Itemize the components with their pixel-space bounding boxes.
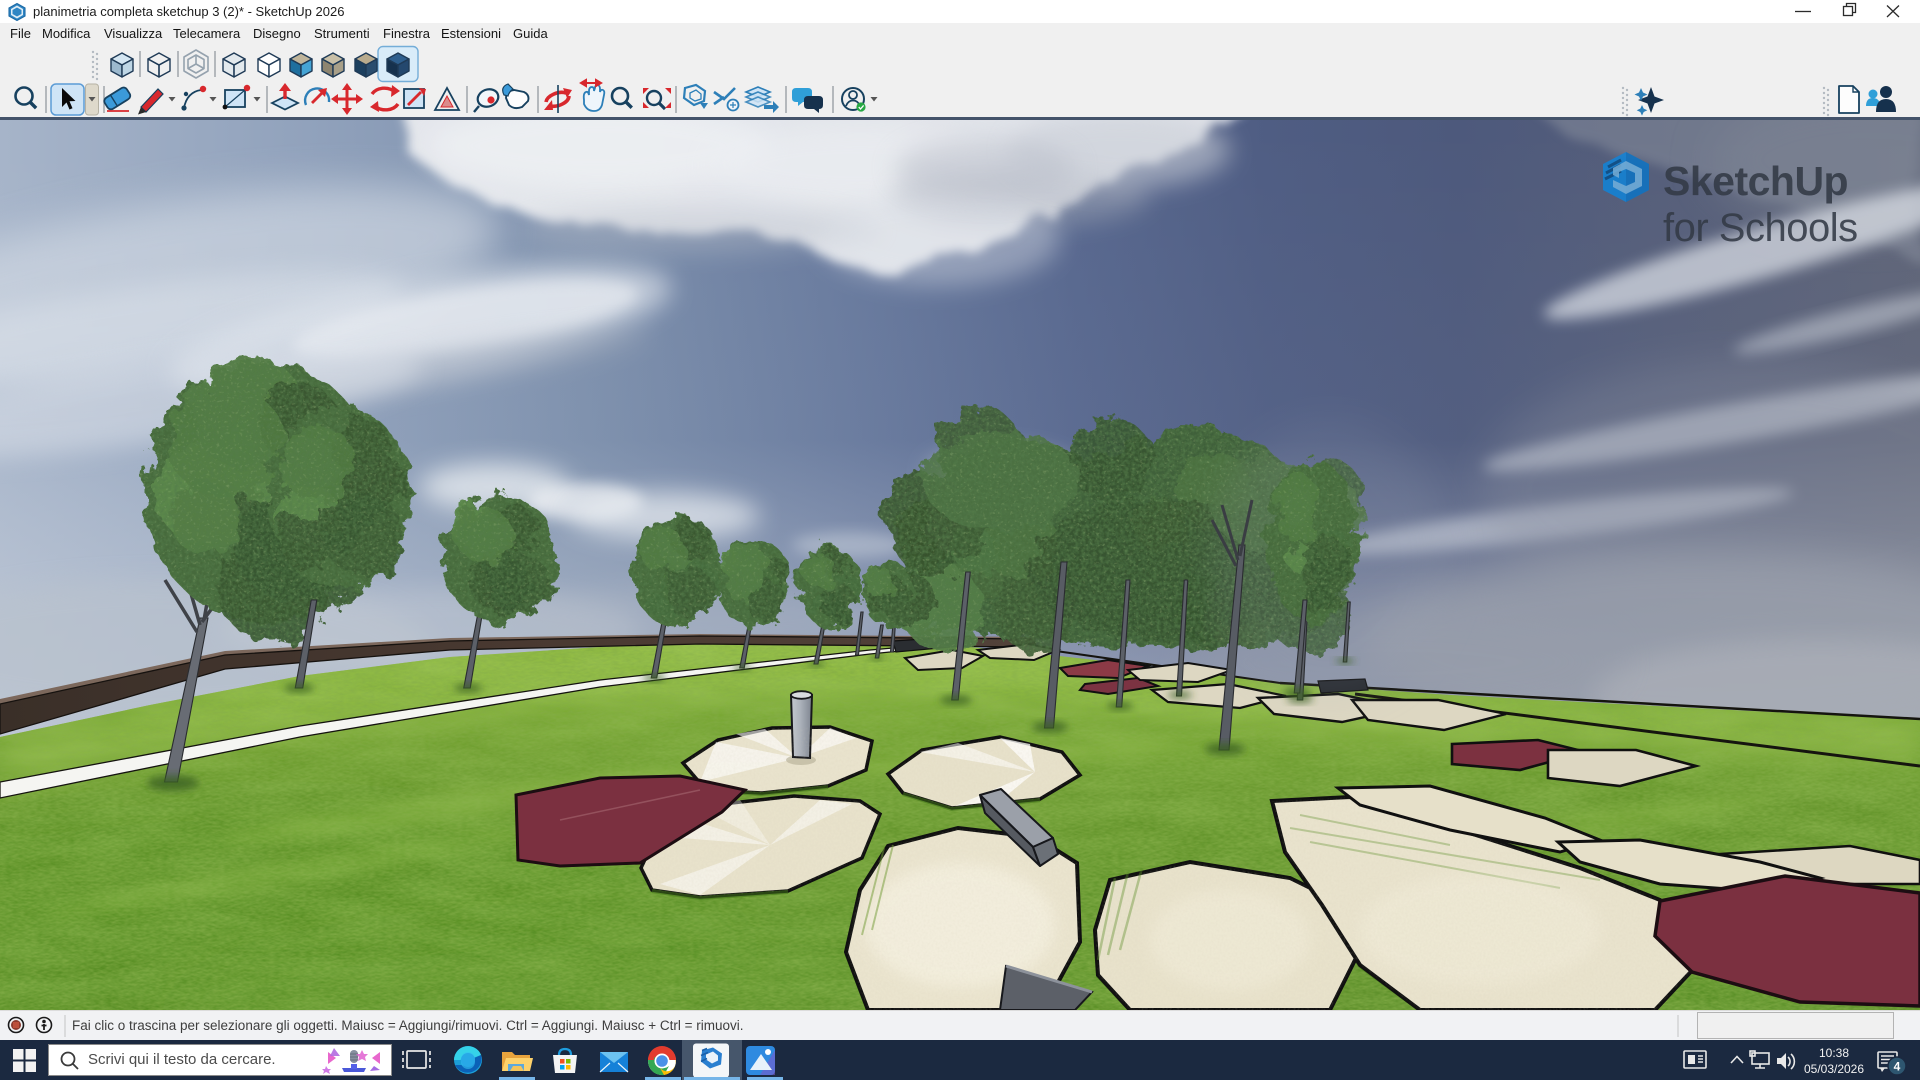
svg-text:for Schools: for Schools xyxy=(1663,206,1858,250)
svg-text:05/03/2026: 05/03/2026 xyxy=(1804,1062,1864,1076)
svg-text:10:38: 10:38 xyxy=(1819,1046,1849,1060)
svg-text:4: 4 xyxy=(1894,1060,1901,1074)
svg-text:SketchUp: SketchUp xyxy=(1663,158,1848,204)
